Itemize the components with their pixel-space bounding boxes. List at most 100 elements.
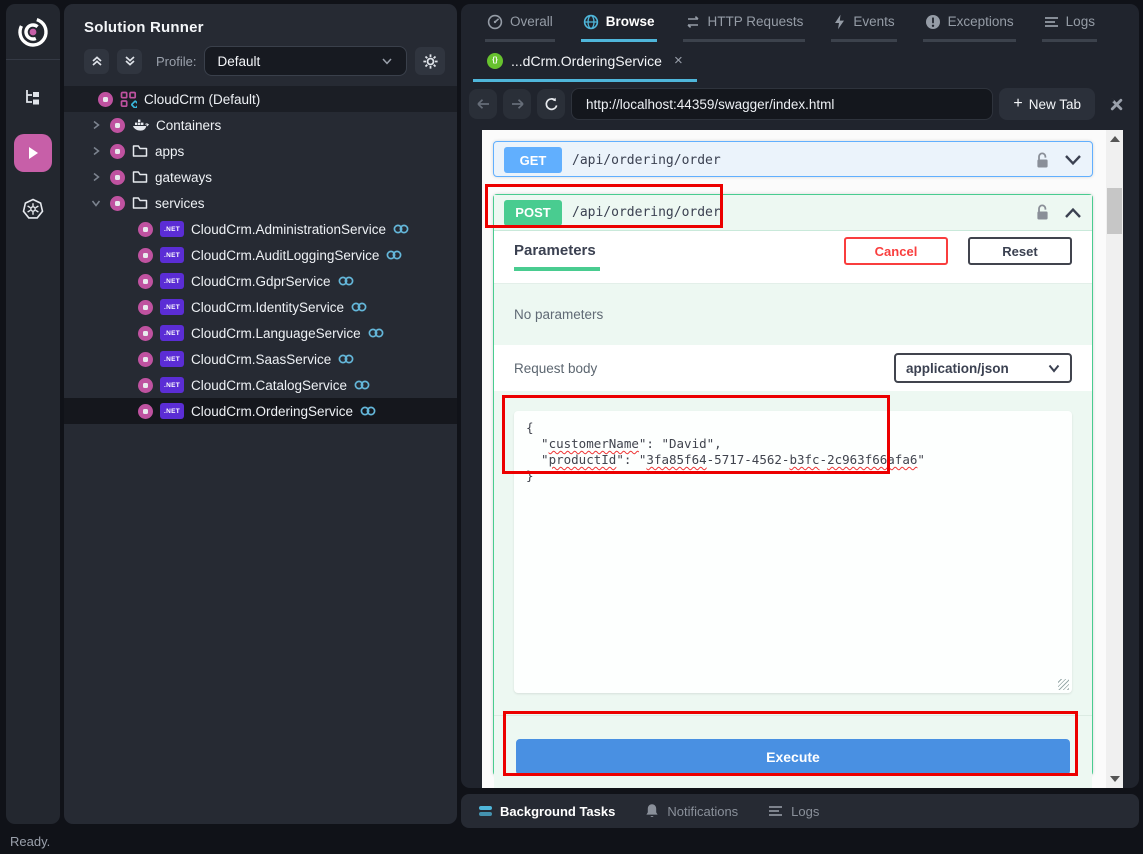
tree-item-ordering-service[interactable]: .NET CloudCrm.OrderingService [64, 398, 457, 424]
chevron-down-icon[interactable] [1064, 154, 1082, 166]
execute-button[interactable]: Execute [516, 739, 1070, 775]
background-tasks-button[interactable]: Background Tasks [479, 804, 615, 819]
exclamation-circle-icon [925, 14, 941, 30]
solution-sidebar: Solution Runner Profile: Default [64, 4, 457, 824]
status-donut-icon [138, 222, 153, 237]
solution-tree-button[interactable] [14, 78, 52, 116]
tree-item-label: Containers [156, 118, 221, 133]
tree-item-apps[interactable]: apps [64, 138, 457, 164]
scrollbar-thumb[interactable] [1107, 188, 1122, 234]
tree-item-label: CloudCrm.AdministrationService [191, 222, 386, 237]
docker-whale-icon [132, 118, 149, 133]
expand-all-button[interactable] [117, 49, 142, 74]
tab-events[interactable]: Events [831, 4, 896, 42]
tab-label: HTTP Requests [708, 14, 804, 29]
scroll-down-arrow-icon[interactable] [1110, 776, 1120, 782]
new-tab-button[interactable]: + New Tab [999, 88, 1095, 120]
profile-settings-button[interactable] [415, 47, 445, 75]
devtools-button[interactable] [1101, 89, 1131, 119]
no-parameters-row: No parameters [494, 283, 1092, 345]
arrow-left-icon [476, 98, 491, 110]
no-parameters-text: No parameters [514, 307, 603, 322]
dotnet-badge-icon: .NET [160, 221, 184, 237]
globe-icon [583, 14, 599, 30]
browser-tab-orderingservice[interactable]: {} ...dCrm.OrderingService × [473, 42, 697, 82]
chevron-down-icon [91, 198, 101, 208]
browser-scrollbar[interactable] [1106, 130, 1123, 788]
status-donut-icon [138, 404, 153, 419]
back-button[interactable] [469, 89, 497, 119]
lightning-icon [833, 14, 846, 30]
reset-button[interactable]: Reset [968, 237, 1072, 265]
resize-handle[interactable] [1058, 679, 1069, 690]
status-donut-icon [138, 352, 153, 367]
run-button[interactable] [14, 134, 52, 172]
double-chevron-down-icon [123, 54, 137, 68]
tree-item-label: CloudCrm.OrderingService [191, 404, 353, 419]
chevron-right-icon [91, 172, 101, 182]
request-body-label: Request body [514, 361, 597, 376]
tab-label: Events [853, 14, 894, 29]
tree-item-gateways[interactable]: gateways [64, 164, 457, 190]
forward-button[interactable] [503, 89, 531, 119]
tree-item-containers[interactable]: Containers [64, 112, 457, 138]
refresh-button[interactable] [537, 89, 565, 119]
tree-item-label: CloudCrm.GdprService [191, 274, 331, 289]
tree-item-saas-service[interactable]: .NET CloudCrm.SaasService [64, 346, 457, 372]
request-body-editor[interactable]: { "customerName": "David", "productId": … [514, 411, 1072, 693]
tree-item-identity-service[interactable]: .NET CloudCrm.IdentityService [64, 294, 457, 320]
opblock-post-header[interactable]: POST /api/ordering/order [494, 195, 1092, 231]
status-donut-icon [138, 378, 153, 393]
parameters-title: Parameters [514, 242, 596, 261]
endpoint-link-icon [393, 223, 409, 235]
tree-item-auditlogging-service[interactable]: .NET CloudCrm.AuditLoggingService [64, 242, 457, 268]
tab-exceptions[interactable]: Exceptions [923, 4, 1016, 42]
dotnet-badge-icon: .NET [160, 351, 184, 367]
kubernetes-button[interactable] [14, 190, 52, 228]
logs-button[interactable]: Logs [768, 804, 819, 819]
chevron-up-icon[interactable] [1064, 207, 1082, 219]
browser-toolbar: http://localhost:44359/swagger/index.htm… [461, 82, 1139, 126]
plus-icon: + [1013, 95, 1022, 113]
tree-item-language-service[interactable]: .NET CloudCrm.LanguageService [64, 320, 457, 346]
tree-item-services[interactable]: services [64, 190, 457, 216]
scroll-up-arrow-icon[interactable] [1110, 136, 1120, 142]
opblock-get-order[interactable]: GET /api/ordering/order [493, 141, 1093, 177]
tab-logs[interactable]: Logs [1042, 4, 1097, 42]
get-method-badge: GET [504, 147, 562, 173]
bb-label: Logs [791, 804, 819, 819]
play-icon [25, 145, 41, 161]
tree-item-administration-service[interactable]: .NET CloudCrm.AdministrationService [64, 216, 457, 242]
endpoint-link-icon [368, 327, 384, 339]
tree-item-gdpr-service[interactable]: .NET CloudCrm.GdprService [64, 268, 457, 294]
double-chevron-up-icon [90, 54, 104, 68]
profile-select[interactable]: Default [204, 46, 407, 76]
tab-browse[interactable]: Browse [581, 4, 657, 42]
tree-item-label: CloudCrm.AuditLoggingService [191, 248, 379, 263]
content-type-select[interactable]: application/json [894, 353, 1072, 383]
status-donut-icon [138, 300, 153, 315]
post-method-badge: POST [504, 200, 562, 226]
request-body-editor-text: { "customerName": "David", "productId": … [514, 411, 1072, 493]
unlocked-padlock-icon[interactable] [1035, 152, 1050, 169]
notifications-button[interactable]: Notifications [645, 803, 738, 819]
tab-http-requests[interactable]: HTTP Requests [683, 4, 806, 42]
chevron-right-icon [91, 146, 101, 156]
tree-item-catalog-service[interactable]: .NET CloudCrm.CatalogService [64, 372, 457, 398]
content-type-value: application/json [906, 361, 1040, 376]
unlocked-padlock-icon[interactable] [1035, 204, 1050, 221]
tab-overall[interactable]: Overall [485, 4, 555, 42]
detail-panel: Overall Browse HTTP Requests [461, 4, 1139, 788]
opblock-get-header[interactable]: GET /api/ordering/order [494, 142, 1092, 178]
collapse-all-button[interactable] [84, 49, 109, 74]
cancel-button[interactable]: Cancel [844, 237, 948, 265]
url-text: http://localhost:44359/swagger/index.htm… [586, 97, 834, 112]
endpoint-link-icon [354, 379, 370, 391]
bb-label: Notifications [667, 804, 738, 819]
tree-item-cloudcrm-root[interactable]: CloudCrm (Default) [64, 86, 457, 112]
tab-label: Overall [510, 14, 553, 29]
tree-item-label: CloudCrm.CatalogService [191, 378, 347, 393]
close-tab-icon[interactable]: × [674, 52, 683, 69]
url-input[interactable]: http://localhost:44359/swagger/index.htm… [571, 88, 993, 120]
status-text: Ready. [10, 834, 50, 849]
